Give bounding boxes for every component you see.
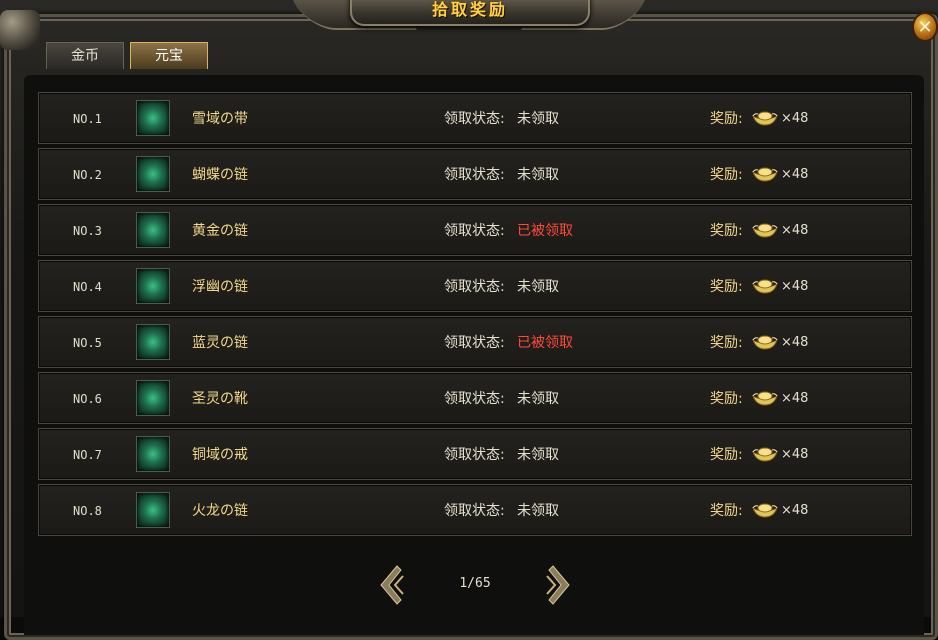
page-indicator: 1/65 (459, 576, 491, 591)
rank-label: NO.1 (73, 112, 102, 126)
status-value: 未领取 (517, 111, 559, 127)
item-name: 浮幽の链 (192, 279, 248, 295)
reward-quantity: ×48 (781, 335, 809, 350)
reward-quantity: ×48 (781, 167, 809, 182)
equipment-item-icon[interactable] (136, 100, 170, 136)
tab-yuanbao[interactable]: 元宝 (130, 42, 208, 69)
reward-row[interactable]: NO.3 黄金の链 领取状态: 已被领取 奖励: ×48 (38, 204, 912, 256)
item-name: 黄金の链 (192, 223, 248, 239)
status-value: 未领取 (517, 391, 559, 407)
next-page-button[interactable] (543, 564, 573, 606)
rank-label: NO.2 (73, 168, 102, 182)
reward-label: 奖励: (710, 223, 743, 239)
currency-tabs: 金币 元宝 (46, 42, 208, 69)
reward-row[interactable]: NO.5 蓝灵の链 领取状态: 已被领取 奖励: ×48 (38, 316, 912, 368)
status-label: 领取状态: (444, 111, 505, 127)
tab-gold[interactable]: 金币 (46, 42, 124, 69)
item-name: 蝴蝶の链 (192, 167, 248, 183)
gold-ingot-icon (752, 167, 778, 182)
gold-ingot-icon (752, 223, 778, 238)
gold-ingot-icon (752, 447, 778, 462)
gold-ingot-icon (752, 111, 778, 126)
reward-label: 奖励: (710, 279, 743, 295)
rank-label: NO.3 (73, 224, 102, 238)
status-label: 领取状态: (444, 335, 505, 351)
gold-ingot-icon (752, 391, 778, 406)
game-window: 拾取奖励 ✕ 金币 元宝 NO.1 雪域の带 领取状态: 未领取 奖励: ×48 NO.2 蝴… (0, 0, 938, 640)
item-name: 火龙の链 (192, 503, 248, 519)
reward-label: 奖励: (710, 111, 743, 127)
reward-quantity: ×48 (781, 503, 809, 518)
item-name: 蓝灵の链 (192, 335, 248, 351)
status-label: 领取状态: (444, 391, 505, 407)
reward-row[interactable]: NO.2 蝴蝶の链 领取状态: 未领取 奖励: ×48 (38, 148, 912, 200)
rank-label: NO.7 (73, 448, 102, 462)
reward-label: 奖励: (710, 167, 743, 183)
reward-quantity: ×48 (781, 279, 809, 294)
equipment-item-icon[interactable] (136, 212, 170, 248)
reward-label: 奖励: (710, 503, 743, 519)
status-value: 未领取 (517, 279, 559, 295)
gold-ingot-icon (752, 279, 778, 294)
reward-row[interactable]: NO.7 铜域の戒 领取状态: 未领取 奖励: ×48 (38, 428, 912, 480)
chevron-right-icon (546, 565, 570, 605)
status-value: 已被领取 (517, 223, 573, 239)
item-name: 铜域の戒 (192, 447, 248, 463)
equipment-item-icon[interactable] (136, 156, 170, 192)
close-button[interactable]: ✕ (912, 12, 938, 42)
equipment-item-icon[interactable] (136, 492, 170, 528)
rank-label: NO.6 (73, 392, 102, 406)
status-value: 未领取 (517, 447, 559, 463)
reward-quantity: ×48 (781, 447, 809, 462)
title-plate: 拾取奖励 (350, 0, 590, 26)
status-value: 已被领取 (517, 335, 573, 351)
status-label: 领取状态: (444, 279, 505, 295)
reward-label: 奖励: (710, 447, 743, 463)
equipment-item-icon[interactable] (136, 268, 170, 304)
reward-label: 奖励: (710, 391, 743, 407)
reward-row[interactable]: NO.6 圣灵の靴 领取状态: 未领取 奖励: ×48 (38, 372, 912, 424)
reward-row[interactable]: NO.8 火龙の链 领取状态: 未领取 奖励: ×48 (38, 484, 912, 536)
status-label: 领取状态: (444, 223, 505, 239)
status-label: 领取状态: (444, 167, 505, 183)
equipment-item-icon[interactable] (136, 380, 170, 416)
status-value: 未领取 (517, 503, 559, 519)
reward-quantity: ×48 (781, 223, 809, 238)
reward-list: NO.1 雪域の带 领取状态: 未领取 奖励: ×48 NO.2 蝴蝶の链 领取状态: 未领取 奖励… (38, 92, 912, 540)
status-value: 未领取 (517, 167, 559, 183)
chevron-left-icon (380, 565, 404, 605)
reward-quantity: ×48 (781, 111, 809, 126)
status-label: 领取状态: (444, 503, 505, 519)
item-name: 雪域の带 (192, 111, 248, 127)
reward-row[interactable]: NO.4 浮幽の链 领取状态: 未领取 奖励: ×48 (38, 260, 912, 312)
close-icon: ✕ (917, 16, 933, 38)
reward-label: 奖励: (710, 335, 743, 351)
window-title: 拾取奖励 (431, 0, 508, 19)
equipment-item-icon[interactable] (136, 436, 170, 472)
item-name: 圣灵の靴 (192, 391, 248, 407)
reward-row[interactable]: NO.1 雪域の带 领取状态: 未领取 奖励: ×48 (38, 92, 912, 144)
reward-quantity: ×48 (781, 391, 809, 406)
prev-page-button[interactable] (377, 564, 407, 606)
gold-ingot-icon (752, 335, 778, 350)
rank-label: NO.8 (73, 504, 102, 518)
equipment-item-icon[interactable] (136, 324, 170, 360)
status-label: 领取状态: (444, 447, 505, 463)
rank-label: NO.4 (73, 280, 102, 294)
rank-label: NO.5 (73, 336, 102, 350)
ornament-corner (0, 10, 40, 50)
gold-ingot-icon (752, 503, 778, 518)
pagination: 1/65 (0, 560, 938, 610)
